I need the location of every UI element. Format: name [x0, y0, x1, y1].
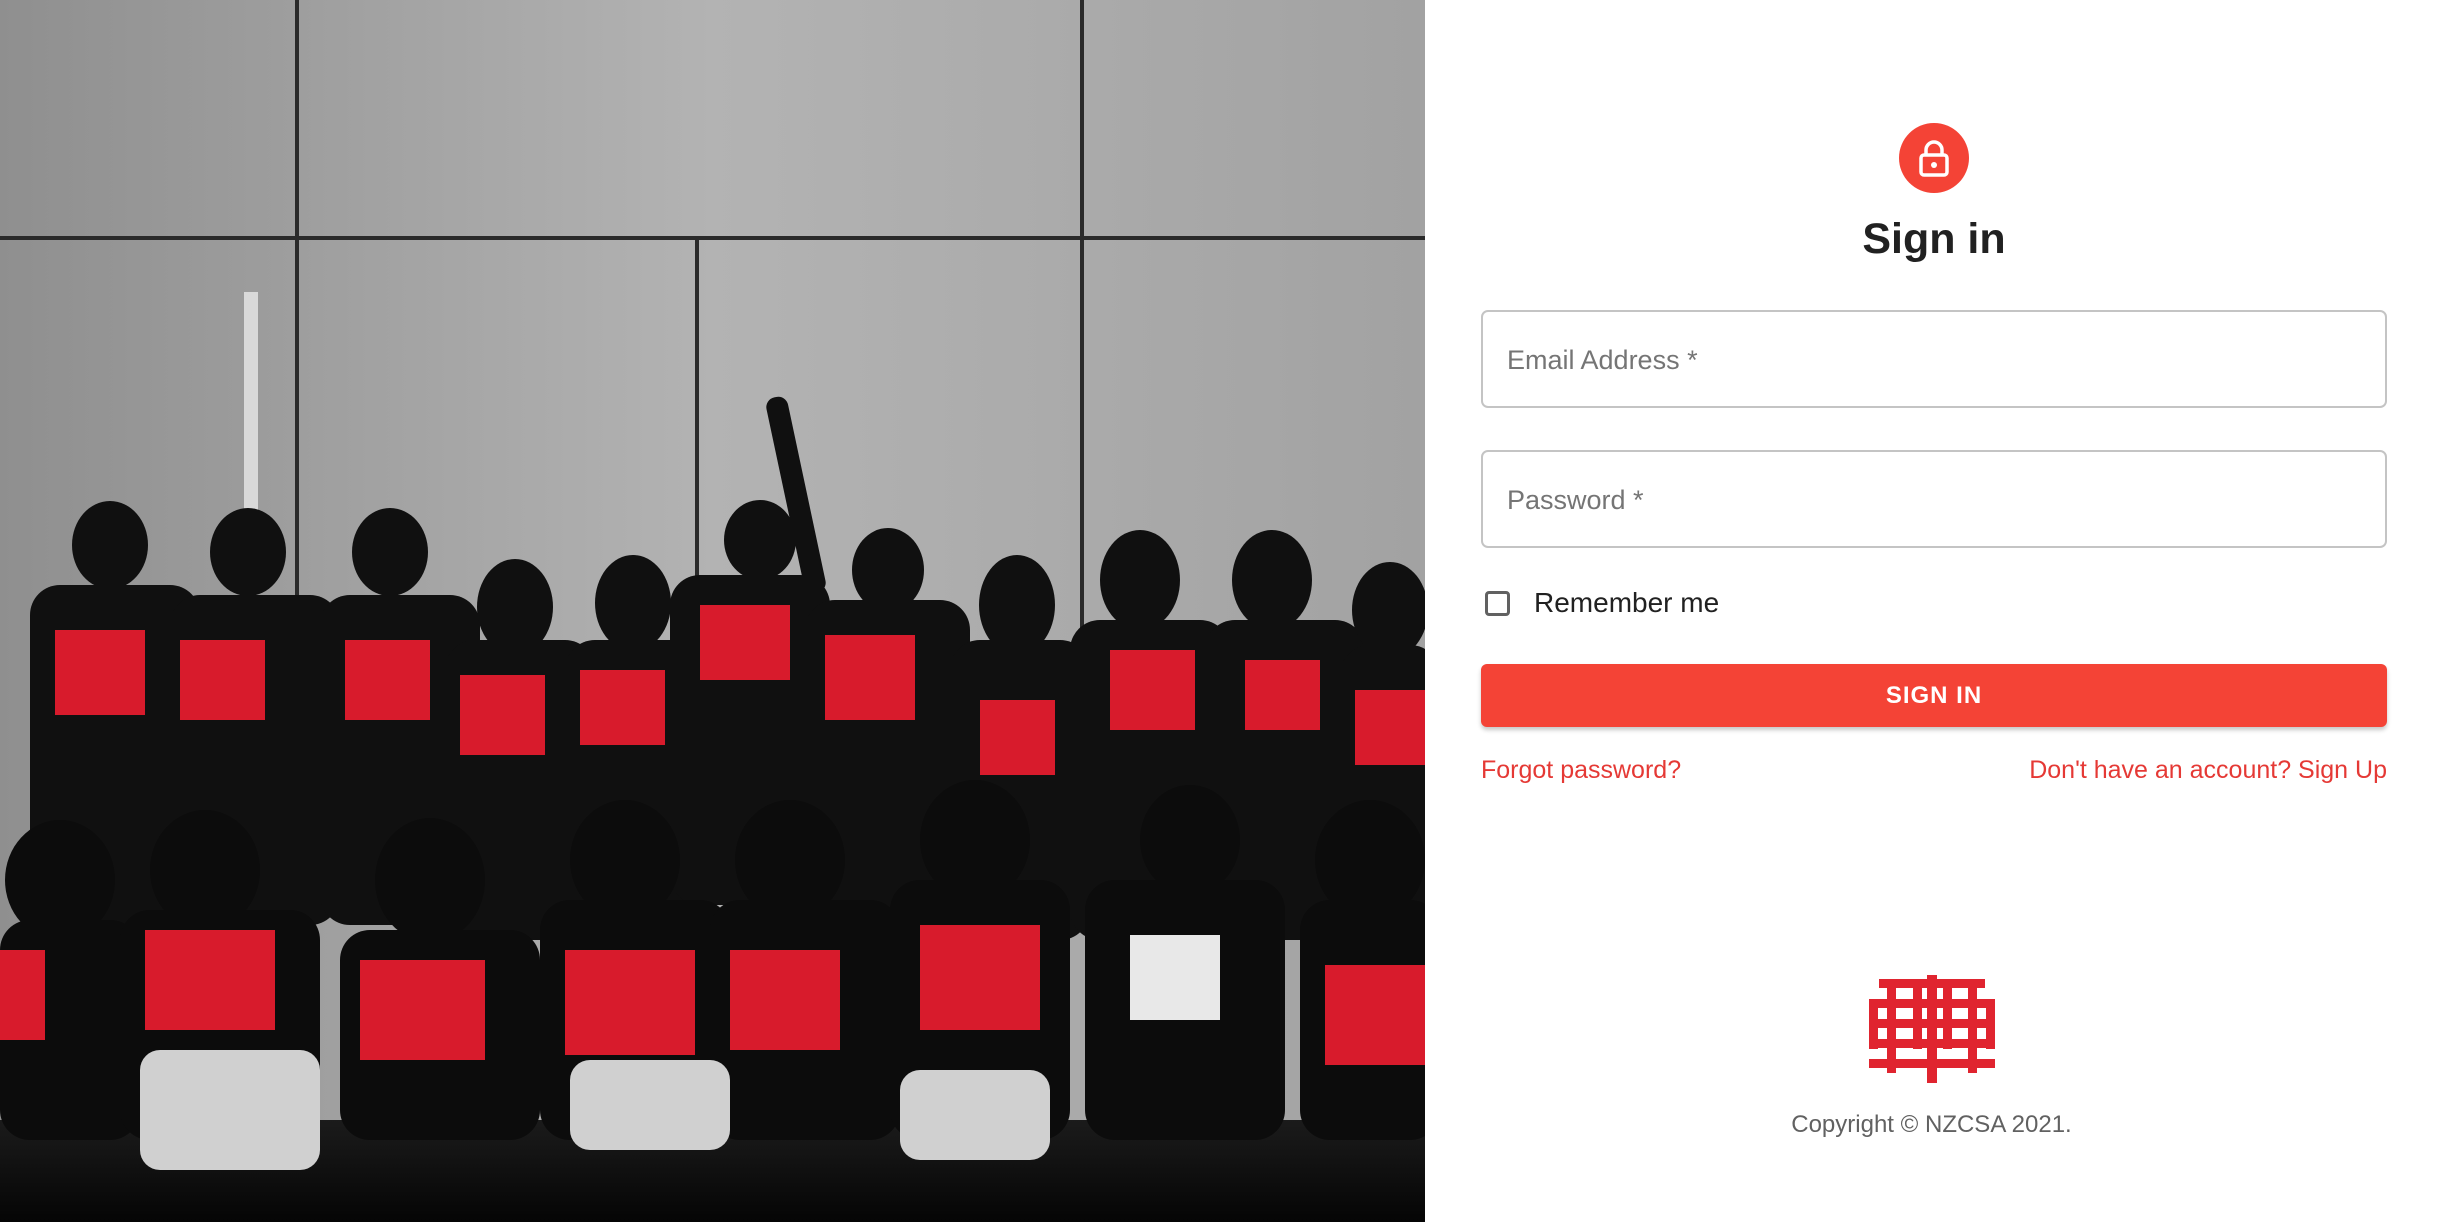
password-field[interactable]: Password * [1481, 450, 2387, 548]
sign-in-button[interactable]: SIGN IN [1481, 664, 2387, 727]
remember-me-checkbox[interactable] [1485, 590, 1510, 616]
lock-icon [1919, 140, 1949, 177]
footer: Copyright © NZCSA 2021. [1425, 975, 2438, 1139]
remember-me-label[interactable]: Remember me [1534, 587, 1719, 619]
copyright-text: Copyright © NZCSA 2021. [1791, 1111, 2072, 1138]
email-input[interactable] [1483, 312, 2385, 406]
sign-up-link[interactable]: Don't have an account? Sign Up [2029, 756, 2387, 785]
password-input[interactable] [1483, 452, 2385, 546]
sign-in-form: Sign in Email Address * Password * Remem… [1481, 123, 2387, 785]
auth-links: Forgot password? Don't have an account? … [1481, 756, 2387, 785]
forgot-password-link[interactable]: Forgot password? [1481, 756, 1681, 785]
sign-in-panel: Sign in Email Address * Password * Remem… [1425, 0, 2438, 1222]
hero-photo [0, 0, 1425, 1222]
email-field[interactable]: Email Address * [1481, 310, 2387, 408]
lock-avatar [1899, 123, 1969, 193]
nzcsa-logo-icon [1868, 975, 1995, 1083]
remember-me-row[interactable]: Remember me [1481, 581, 2387, 625]
group-photo-image [0, 0, 1425, 1222]
page-title: Sign in [1862, 215, 2006, 263]
